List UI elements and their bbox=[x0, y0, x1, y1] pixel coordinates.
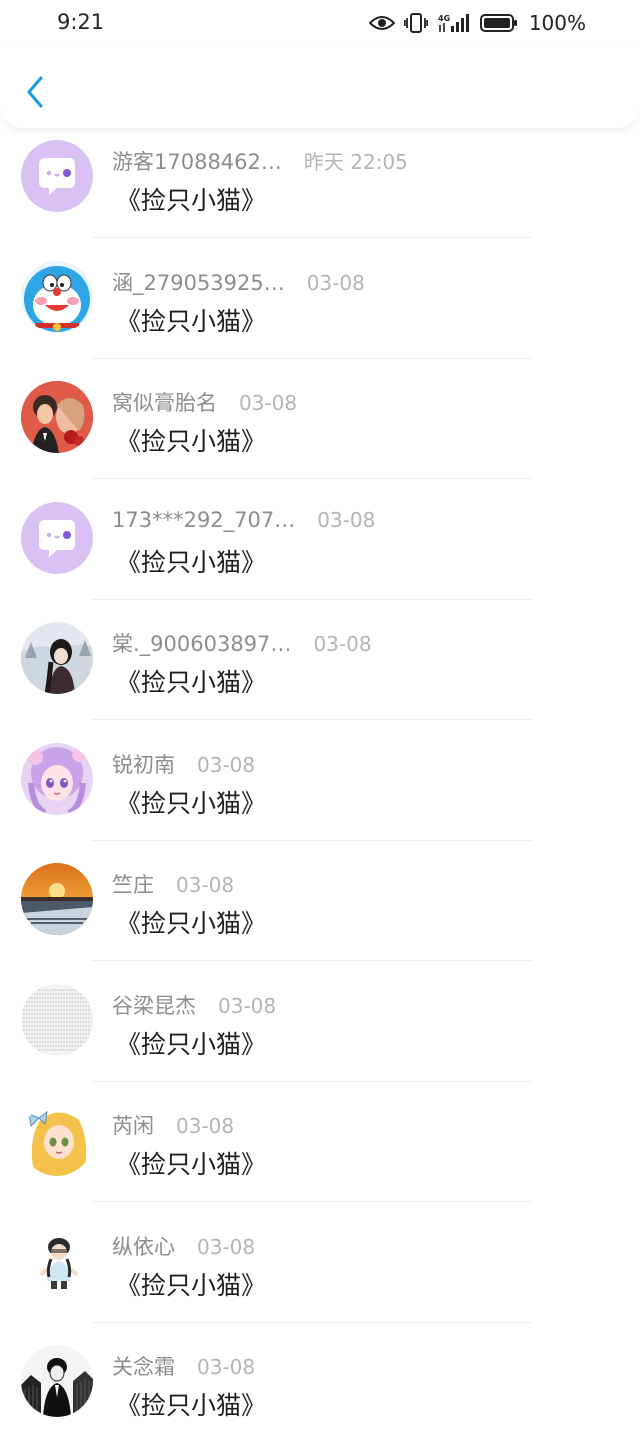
svg-text:4G: 4G bbox=[438, 14, 450, 23]
message-text: 《捡只小猫》 bbox=[116, 1150, 267, 1179]
message-time: 03-08 bbox=[317, 507, 376, 532]
message-time: 03-08 bbox=[197, 752, 256, 777]
divider bbox=[92, 357, 532, 359]
sender-name: 芮闲 bbox=[112, 1114, 154, 1138]
message-time: 03-08 bbox=[306, 270, 365, 295]
message-text: 《捡只小猫》 bbox=[116, 1270, 267, 1300]
sender-name: 锐初南 bbox=[112, 752, 175, 777]
sender-name: 竺庄 bbox=[112, 873, 154, 897]
message-time: 03-08 bbox=[218, 993, 277, 1018]
message-item[interactable]: 芮闲 03-08 《捡只小猫》 bbox=[0, 1094, 640, 1215]
nav-bar bbox=[0, 48, 640, 128]
divider bbox=[92, 1080, 532, 1082]
couple-avatar-icon bbox=[21, 381, 93, 453]
avatar[interactable] bbox=[21, 501, 93, 574]
divider bbox=[92, 237, 532, 238]
back-button[interactable] bbox=[18, 72, 52, 112]
message-item[interactable]: 竺庄 03-08 《捡只小猫》 bbox=[0, 853, 640, 974]
message-item[interactable]: 纵依心 03-08 《捡只小猫》 bbox=[0, 1215, 640, 1336]
sender-name: 关念霜 bbox=[112, 1355, 175, 1379]
battery-percent: 100% bbox=[528, 11, 586, 35]
divider bbox=[92, 960, 532, 961]
avatar[interactable] bbox=[21, 1345, 93, 1417]
message-text: 《捡只小猫》 bbox=[116, 1029, 267, 1059]
message-text: 《捡只小猫》 bbox=[116, 1391, 267, 1420]
bw-sketch-avatar-icon bbox=[21, 1345, 93, 1417]
message-text: 《捡只小猫》 bbox=[116, 547, 267, 577]
message-time: 03-08 bbox=[176, 1114, 235, 1138]
divider bbox=[92, 478, 532, 479]
message-item[interactable]: 涵_279053925… 03-08 《捡只小猫》 bbox=[0, 251, 640, 372]
message-item[interactable]: 游客17088462… 昨天 22:05 《捡只小猫》 bbox=[0, 130, 640, 251]
signal-icon: 4G bbox=[437, 12, 471, 34]
message-item[interactable]: 锐初南 03-08 《捡只小猫》 bbox=[0, 733, 640, 854]
message-text: 《捡只小猫》 bbox=[116, 909, 267, 938]
sender-name: 173***292_707… bbox=[112, 507, 296, 532]
message-time: 昨天 22:05 bbox=[303, 150, 408, 174]
blonde-anime-avatar-icon bbox=[21, 1104, 93, 1176]
avatar[interactable] bbox=[21, 742, 93, 815]
message-text: 《捡只小猫》 bbox=[116, 306, 267, 336]
status-icons: 4G 100% bbox=[368, 11, 586, 35]
message-item[interactable]: 棠._900603897… 03-08 《捡只小猫》 bbox=[0, 612, 640, 733]
text-pattern-avatar-icon bbox=[21, 983, 93, 1056]
sender-name: 涵_279053925… bbox=[112, 270, 285, 295]
avatar[interactable] bbox=[21, 140, 93, 212]
sender-name: 谷梁昆杰 bbox=[112, 993, 196, 1018]
avatar[interactable] bbox=[21, 1104, 93, 1176]
divider bbox=[92, 1321, 532, 1323]
message-text: 《捡只小猫》 bbox=[116, 427, 267, 456]
avatar[interactable] bbox=[21, 983, 93, 1056]
eye-icon bbox=[368, 14, 395, 32]
message-time: 03-08 bbox=[313, 632, 372, 656]
default-chat-avatar-icon bbox=[21, 501, 93, 574]
message-item[interactable]: 谷梁昆杰 03-08 《捡只小猫》 bbox=[0, 974, 640, 1095]
cartoon-girl-avatar-icon bbox=[21, 1224, 93, 1297]
message-item[interactable]: 173***292_707… 03-08 《捡只小猫》 bbox=[0, 492, 640, 613]
message-text: 《捡只小猫》 bbox=[116, 788, 267, 818]
sunset-avatar-icon bbox=[21, 863, 93, 935]
divider bbox=[92, 598, 532, 600]
status-bar: 9:21 4G 100% bbox=[0, 0, 640, 48]
avatar[interactable] bbox=[21, 863, 93, 935]
message-text: 《捡只小猫》 bbox=[116, 668, 267, 697]
doraemon-avatar-icon bbox=[21, 260, 93, 333]
avatar[interactable] bbox=[21, 381, 93, 453]
message-item[interactable]: 关念霜 03-08 《捡只小猫》 bbox=[0, 1335, 640, 1456]
message-time: 03-08 bbox=[239, 391, 298, 415]
girl-snow-avatar-icon bbox=[21, 622, 93, 694]
sender-name: 棠._900603897… bbox=[112, 632, 292, 656]
sender-name: 窝似膏胎名 bbox=[112, 391, 217, 415]
chevron-left-icon bbox=[27, 76, 43, 108]
divider bbox=[92, 719, 532, 720]
message-item[interactable]: 窝似膏胎名 03-08 《捡只小猫》 bbox=[0, 371, 640, 492]
message-time: 03-08 bbox=[176, 873, 235, 897]
divider bbox=[92, 839, 532, 841]
anime-girl-avatar-icon bbox=[21, 742, 93, 815]
sender-name: 纵依心 bbox=[112, 1234, 175, 1259]
avatar[interactable] bbox=[21, 1224, 93, 1297]
divider bbox=[92, 1201, 532, 1202]
avatar[interactable] bbox=[21, 260, 93, 333]
default-chat-avatar-icon bbox=[21, 140, 93, 212]
status-time: 9:21 bbox=[57, 10, 105, 34]
message-time: 03-08 bbox=[197, 1234, 256, 1259]
vibrate-icon bbox=[403, 12, 428, 34]
message-list: 游客17088462… 昨天 22:05 《捡只小猫》 涵_279053925…… bbox=[0, 130, 640, 1456]
message-time: 03-08 bbox=[197, 1355, 256, 1379]
message-text: 《捡只小猫》 bbox=[116, 186, 267, 215]
avatar[interactable] bbox=[21, 622, 93, 694]
sender-name: 游客17088462… bbox=[112, 150, 282, 174]
battery-icon bbox=[479, 13, 518, 33]
